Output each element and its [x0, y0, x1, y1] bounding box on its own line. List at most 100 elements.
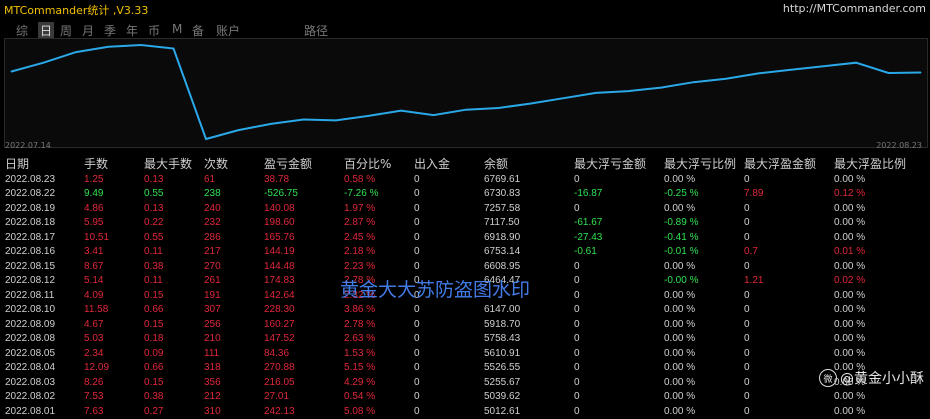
table-cell: 6918.90 [484, 231, 521, 243]
table-row[interactable]: 2022.08.19 4.86 0.13 240 140.08 1.97 % 0 7257.5… [0, 201, 919, 216]
table-cell: 144.48 [264, 260, 295, 272]
table-cell: 144.19 [264, 246, 295, 258]
table-cell: 240 [204, 202, 221, 214]
tab-9[interactable]: 账户 [216, 22, 240, 39]
table-cell: 0.54 % [344, 391, 376, 403]
tab-1[interactable]: 日 [38, 22, 55, 39]
column-header-11[interactable]: 最大浮盈比例 [829, 155, 919, 172]
column-header-1[interactable]: 手数 [79, 155, 139, 172]
balance-point-3 [108, 46, 109, 48]
balance-chart [4, 38, 928, 148]
column-header-2[interactable]: 最大手数 [139, 155, 199, 172]
app-url-link[interactable]: http://MTCommander.com [783, 2, 926, 15]
table-cell: 310 [204, 405, 221, 417]
table-cell: 0.00 % [834, 217, 866, 229]
table-cell: 3.86 % [344, 304, 376, 316]
table-cell: 0 [574, 347, 580, 359]
table-cell: 0 [574, 405, 580, 417]
table-cell: 5255.67 [484, 376, 521, 388]
table-cell: 2022.08.08 [5, 333, 56, 345]
table-row[interactable]: 2022.08.02 7.53 0.38 212 27.01 0.54 % 0 5039.62… [0, 390, 919, 405]
table-cell: 1.25 [84, 173, 104, 185]
table-row[interactable]: 2022.08.09 4.67 0.15 256 160.27 2.78 % 0 5918.7… [0, 317, 919, 332]
column-header-10[interactable]: 最大浮盈金额 [739, 155, 829, 172]
table-cell: 7.89 [744, 188, 764, 200]
table-row[interactable]: 2022.08.16 3.41 0.11 217 144.19 2.18 % 0 6753.1… [0, 245, 919, 260]
table-row[interactable]: 2022.08.22 9.49 0.55 238 -526.75 -7.26 % 0 6730… [0, 187, 919, 202]
table-row[interactable]: 2022.08.11 4.09 0.15 191 142.64 2.32 % 0 0 0.00 … [0, 288, 919, 303]
column-header-6[interactable]: 出入金 [409, 155, 479, 172]
table-row[interactable]: 2022.08.17 10.51 0.55 286 165.76 2.45 % 0 6918.… [0, 230, 919, 245]
table-cell: 307 [204, 304, 221, 316]
balance-point-18 [595, 92, 597, 94]
table-row[interactable]: 2022.08.03 8.26 0.15 356 216.05 4.29 % 0 5255.6… [0, 375, 919, 390]
table-row[interactable]: 2022.08.10 11.58 0.66 307 228.30 3.86 % 0 6147.… [0, 303, 919, 318]
column-header-7[interactable]: 余额 [479, 155, 569, 172]
table-cell [479, 288, 569, 303]
table-cell: 8.26 [84, 376, 104, 388]
table-row[interactable]: 2022.08.08 5.03 0.18 210 147.52 2.63 % 0 5758.4… [0, 332, 919, 347]
table-cell: 6608.95 [484, 260, 521, 272]
table-row[interactable]: 2022.08.12 5.14 0.11 261 174.83 2.78 % 0 6464.4… [0, 274, 919, 289]
table-cell: 1.21 [744, 275, 764, 287]
table-cell: 256 [204, 318, 221, 330]
table-cell: 7.53 [84, 391, 104, 403]
daily-stats-table: 日期 手数 最大手数 次数 盈亏金额 百分比% 出入金 余额 最大浮亏金额 最大浮亏比例 最大浮盈金… [0, 155, 919, 419]
table-cell: 174.83 [264, 275, 295, 287]
table-cell: 2022.08.02 [5, 391, 56, 403]
table-cell: 2022.08.18 [5, 217, 56, 229]
table-cell: 0 [744, 231, 750, 243]
table-cell: 286 [204, 231, 221, 243]
tab-3[interactable]: 月 [82, 22, 94, 39]
table-row[interactable]: 2022.08.23 1.25 0.13 61 38.78 0.58 % 0 6769.61 0… [0, 172, 919, 187]
table-cell: 198.60 [264, 217, 295, 229]
column-header-4[interactable]: 盈亏金额 [259, 155, 339, 172]
table-cell: 0 [414, 304, 420, 316]
balance-point-13 [433, 114, 434, 116]
tab-6[interactable]: 币 [148, 22, 160, 39]
table-row[interactable]: 2022.08.01 7.63 0.27 310 242.13 5.08 % 0 5012.6… [0, 404, 919, 419]
table-cell: 242.13 [264, 405, 295, 417]
table-cell: 5012.61 [484, 405, 521, 417]
table-cell: 0.55 [144, 231, 164, 243]
table-row[interactable]: 2022.08.18 5.95 0.22 232 198.60 2.87 % 0 7117.5… [0, 216, 919, 231]
balance-point-4 [140, 44, 142, 46]
table-cell: 0.00 % [834, 173, 866, 185]
table-cell: 0 [744, 362, 750, 374]
table-cell: -7.26 % [344, 188, 379, 200]
tab-5[interactable]: 年 [126, 22, 138, 39]
tab-0[interactable]: 综 [16, 22, 28, 39]
table-cell: 0 [574, 333, 580, 345]
table-cell: 0.13 [144, 173, 164, 185]
tab-8[interactable]: 备 [192, 22, 204, 39]
table-row[interactable]: 2022.08.04 12.09 0.66 318 270.88 5.15 % 0 5526.… [0, 361, 919, 376]
tab-4[interactable]: 季 [104, 22, 116, 39]
column-header-3[interactable]: 次数 [199, 155, 259, 172]
table-cell: 5.08 % [344, 405, 376, 417]
table-cell: 0.15 [144, 376, 164, 388]
tab-2[interactable]: 周 [60, 22, 72, 39]
tab-10[interactable]: 路径 [304, 22, 328, 39]
table-cell: 191 [204, 289, 221, 301]
table-cell: 0 [414, 202, 420, 214]
table-cell: 0 [414, 333, 420, 345]
table-cell: 0 [744, 217, 750, 229]
balance-point-8 [270, 123, 272, 125]
column-header-8[interactable]: 最大浮亏金额 [569, 155, 659, 172]
table-cell: 0.00 % [834, 289, 866, 301]
table-cell: 0 [414, 391, 420, 403]
table-cell: 0 [414, 362, 420, 374]
table-cell: 0 [414, 405, 420, 417]
table-row[interactable]: 2022.08.05 2.34 0.09 111 84.36 1.53 % 0 5610.91… [0, 346, 919, 361]
column-header-0[interactable]: 日期 [0, 155, 79, 172]
tab-7[interactable]: M [172, 22, 182, 36]
column-header-9[interactable]: 最大浮亏比例 [659, 155, 739, 172]
table-cell: 0.00 % [664, 173, 696, 185]
table-cell: 0 [574, 275, 580, 287]
table-cell: 8.67 [84, 260, 104, 272]
table-cell: 6769.61 [484, 173, 521, 185]
table-row[interactable]: 2022.08.15 8.67 0.38 270 144.48 2.23 % 0 6608.9… [0, 259, 919, 274]
table-cell: 0.00 % [664, 202, 696, 214]
table-cell: -0.89 % [664, 217, 699, 229]
column-header-5[interactable]: 百分比% [339, 155, 409, 172]
